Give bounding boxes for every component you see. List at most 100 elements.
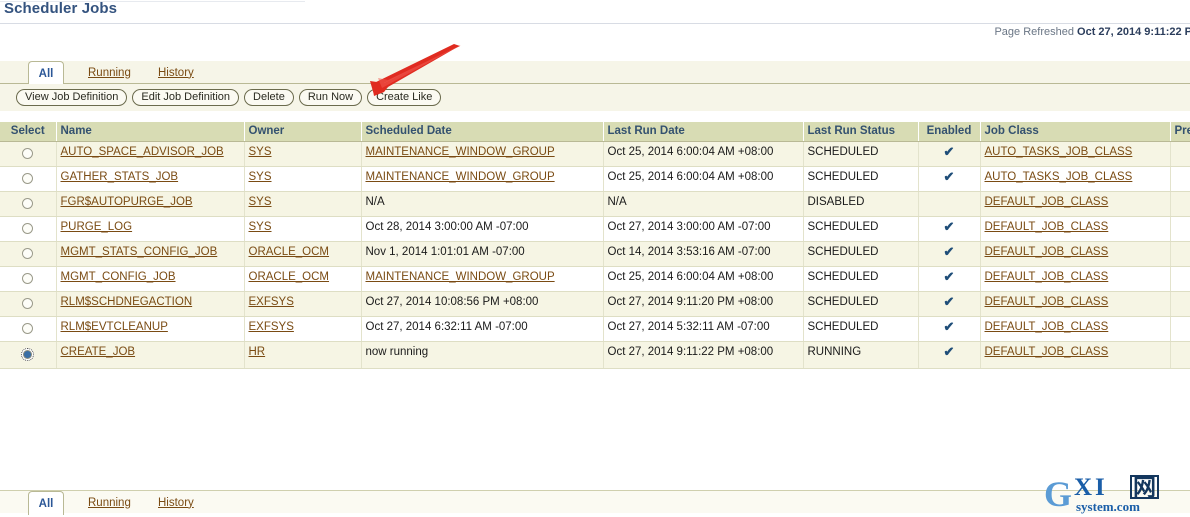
view-job-definition-button[interactable]: View Job Definition: [16, 89, 128, 106]
row-select-radio[interactable]: [22, 197, 34, 209]
create-like-button[interactable]: Create Like: [367, 89, 442, 106]
job-name-link[interactable]: RLM$SCHDNEGACTION: [61, 296, 193, 308]
job-class-link[interactable]: AUTO_TASKS_JOB_CLASS: [985, 146, 1133, 158]
run-now-button[interactable]: Run Now: [298, 89, 363, 106]
tab-bar-stub: [0, 61, 28, 84]
schedule-link[interactable]: MAINTENANCE_WINDOW_GROUP: [366, 171, 555, 183]
tab-history[interactable]: History: [148, 61, 204, 84]
cell-pre: [1170, 166, 1190, 192]
owner-link[interactable]: EXFSYS: [249, 296, 294, 308]
cell-job-class: DEFAULT_JOB_CLASS: [980, 341, 1171, 369]
owner-link[interactable]: SYS: [249, 171, 272, 183]
column-header-scheduled-date[interactable]: Scheduled Date: [361, 122, 604, 142]
column-header-owner[interactable]: Owner: [244, 122, 362, 142]
cell-name: AUTO_SPACE_ADVISOR_JOB: [56, 141, 245, 167]
cell-last-run-status: SCHEDULED: [803, 166, 919, 192]
scheduled-date-text: N/A: [365, 195, 385, 208]
column-header-select: Select: [0, 122, 57, 142]
cell-owner: ORACLE_OCM: [244, 241, 362, 267]
cell-last-run-date: Oct 27, 2014 9:11:22 PM +08:00: [603, 341, 804, 369]
job-class-link[interactable]: DEFAULT_JOB_CLASS: [985, 296, 1109, 308]
cell-name: FGR$AUTOPURGE_JOB: [56, 191, 245, 217]
job-name-link[interactable]: MGMT_CONFIG_JOB: [61, 271, 176, 283]
owner-link[interactable]: SYS: [249, 146, 272, 158]
cell-name: RLM$EVTCLEANUP: [56, 316, 245, 342]
job-name-link[interactable]: AUTO_SPACE_ADVISOR_JOB: [61, 146, 224, 158]
job-class-link[interactable]: DEFAULT_JOB_CLASS: [985, 196, 1109, 208]
row-select-radio[interactable]: [22, 147, 34, 159]
tab-history-bottom[interactable]: History: [148, 491, 204, 514]
column-header-pre[interactable]: Pre: [1170, 122, 1190, 142]
owner-link[interactable]: ORACLE_OCM: [249, 246, 330, 258]
cell-select: [0, 241, 57, 267]
job-class-link[interactable]: DEFAULT_JOB_CLASS: [985, 271, 1109, 283]
tab-running[interactable]: Running: [78, 61, 141, 84]
cell-last-run-status: SCHEDULED: [803, 266, 919, 292]
cell-name: RLM$SCHDNEGACTION: [56, 291, 245, 317]
tab-running-bottom[interactable]: Running: [78, 491, 141, 514]
cell-pre: [1170, 316, 1190, 342]
cell-owner: SYS: [244, 166, 362, 192]
job-name-link[interactable]: PURGE_LOG: [61, 221, 133, 233]
tab-all-bottom[interactable]: All: [28, 491, 64, 515]
cell-owner: SYS: [244, 141, 362, 167]
cell-last-run-date: Oct 25, 2014 6:00:04 AM +08:00: [603, 266, 804, 292]
job-class-link[interactable]: DEFAULT_JOB_CLASS: [985, 321, 1109, 333]
cell-last-run-date: Oct 27, 2014 5:32:11 AM -07:00: [603, 316, 804, 342]
owner-link[interactable]: SYS: [249, 196, 272, 208]
row-select-radio[interactable]: [22, 297, 34, 309]
cell-job-class: DEFAULT_JOB_CLASS: [980, 266, 1171, 292]
job-class-link[interactable]: DEFAULT_JOB_CLASS: [985, 221, 1109, 233]
row-select-radio[interactable]: [22, 272, 34, 284]
table-row: AUTO_SPACE_ADVISOR_JOB SYS MAINTENANCE_WIN…: [0, 141, 1190, 167]
row-select-radio[interactable]: [22, 172, 34, 184]
cell-enabled: ✔: [918, 341, 981, 369]
owner-link[interactable]: EXFSYS: [249, 321, 294, 333]
schedule-link[interactable]: MAINTENANCE_WINDOW_GROUP: [366, 146, 555, 158]
job-name-link[interactable]: RLM$EVTCLEANUP: [61, 321, 168, 333]
title-divider: [0, 23, 1190, 24]
edit-job-definition-button[interactable]: Edit Job Definition: [132, 89, 240, 106]
check-icon: ✔: [943, 143, 955, 159]
row-select-radio[interactable]: [21, 347, 35, 361]
job-name-link[interactable]: CREATE_JOB: [61, 346, 136, 358]
scheduled-date-text: now running: [365, 345, 429, 358]
cell-enabled: ✔: [918, 241, 981, 267]
cell-last-run-date: Oct 25, 2014 6:00:04 AM +08:00: [603, 166, 804, 192]
owner-link[interactable]: SYS: [249, 221, 272, 233]
owner-link[interactable]: ORACLE_OCM: [249, 271, 330, 283]
job-name-link[interactable]: MGMT_STATS_CONFIG_JOB: [61, 246, 218, 258]
job-name-link[interactable]: FGR$AUTOPURGE_JOB: [61, 196, 193, 208]
cell-scheduled-date: N/A: [361, 191, 604, 217]
column-header-enabled[interactable]: Enabled: [918, 122, 981, 142]
page-refreshed-label: Page Refreshed: [994, 26, 1074, 38]
scheduled-date-text: Oct 28, 2014 3:00:00 AM -07:00: [365, 220, 529, 233]
cell-owner: SYS: [244, 216, 362, 242]
table-row: MGMT_STATS_CONFIG_JOB ORACLE_OCM Nov 1, 20…: [0, 241, 1190, 267]
table-header-row: Select Name Owner Scheduled Date Last Ru…: [0, 122, 1190, 142]
row-select-radio[interactable]: [22, 222, 34, 234]
job-name-link[interactable]: GATHER_STATS_JOB: [61, 171, 179, 183]
cell-owner: ORACLE_OCM: [244, 266, 362, 292]
column-header-name[interactable]: Name: [56, 122, 245, 142]
row-select-radio[interactable]: [22, 322, 34, 334]
schedule-link[interactable]: MAINTENANCE_WINDOW_GROUP: [366, 271, 555, 283]
tab-all[interactable]: All: [28, 61, 64, 85]
cell-job-class: AUTO_TASKS_JOB_CLASS: [980, 166, 1171, 192]
column-header-last-run-date[interactable]: Last Run Date: [603, 122, 804, 142]
cell-scheduled-date: Oct 27, 2014 6:32:11 AM -07:00: [361, 316, 604, 342]
column-header-job-class[interactable]: Job Class: [980, 122, 1171, 142]
job-class-link[interactable]: DEFAULT_JOB_CLASS: [985, 346, 1109, 358]
column-header-last-run-status[interactable]: Last Run Status: [803, 122, 919, 142]
table-row: PURGE_LOG SYS Oct 28, 2014 3:00:00 AM -07:…: [0, 216, 1190, 242]
cell-enabled: ✔: [918, 141, 981, 167]
cell-name: MGMT_CONFIG_JOB: [56, 266, 245, 292]
cell-job-class: DEFAULT_JOB_CLASS: [980, 241, 1171, 267]
job-class-link[interactable]: DEFAULT_JOB_CLASS: [985, 246, 1109, 258]
check-icon: ✔: [943, 343, 955, 359]
row-select-radio[interactable]: [22, 247, 34, 259]
delete-button[interactable]: Delete: [244, 89, 294, 106]
owner-link[interactable]: HR: [249, 346, 266, 358]
check-icon: ✔: [943, 243, 955, 259]
job-class-link[interactable]: AUTO_TASKS_JOB_CLASS: [985, 171, 1133, 183]
